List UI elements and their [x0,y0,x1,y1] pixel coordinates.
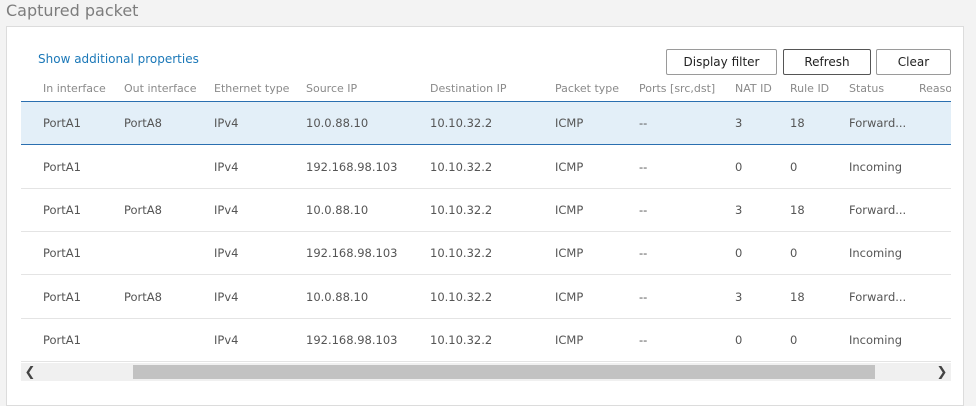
cell-ports: -- [639,290,648,304]
cell-reason [919,189,951,231]
page-title: Captured packet [6,1,139,20]
cell-destination-ip: 10.10.32.2 [430,116,493,130]
packet-table: In interface Out interface Ethernet type… [21,76,951,363]
cell-reason [919,232,951,274]
cell-ports: -- [639,116,648,130]
cell-status: Incoming [849,246,903,260]
cell-packet-type: ICMP [555,116,584,130]
cell-nat-id: 3 [735,116,743,130]
table-row[interactable]: PortA1 PortA8 IPv4 10.0.88.10 10.10.32.2… [21,276,951,319]
cell-ethernet-type: IPv4 [214,333,239,347]
cell-packet-type: ICMP [555,203,584,217]
cell-destination-ip: 10.10.32.2 [430,290,493,304]
cell-in-interface: PortA1 [43,116,81,130]
cell-nat-id: 0 [735,246,743,260]
chevron-right-icon[interactable]: ❯ [935,363,949,381]
cell-source-ip: 192.168.98.103 [306,246,398,260]
cell-source-ip: 192.168.98.103 [306,333,398,347]
table-row[interactable]: PortA1 PortA8 IPv4 10.0.88.10 10.10.32.2… [21,102,951,145]
column-header-status[interactable]: Status [849,76,911,101]
cell-source-ip: 10.0.88.10 [306,116,369,130]
cell-nat-id: 3 [735,290,743,304]
cell-ethernet-type: IPv4 [214,246,239,260]
cell-reason [919,319,951,361]
scrollbar-thumb[interactable] [133,365,875,379]
cell-in-interface: PortA1 [43,246,81,260]
clear-button[interactable]: Clear [876,49,951,75]
table-row[interactable]: PortA1 IPv4 192.168.98.103 10.10.32.2 IC… [21,319,951,362]
cell-ports: -- [639,246,648,260]
refresh-button[interactable]: Refresh [783,49,871,75]
cell-rule-id: 0 [790,246,798,260]
cell-ports: -- [639,160,648,174]
display-filter-button[interactable]: Display filter [666,49,777,75]
cell-nat-id: 0 [735,333,743,347]
column-header-ethernet-type[interactable]: Ethernet type [214,76,302,101]
cell-packet-type: ICMP [555,333,584,347]
cell-nat-id: 3 [735,203,743,217]
cell-ethernet-type: IPv4 [214,290,239,304]
column-header-out-interface[interactable]: Out interface [124,76,209,101]
column-header-reason[interactable]: Reason [919,76,951,101]
cell-destination-ip: 10.10.32.2 [430,246,493,260]
cell-destination-ip: 10.10.32.2 [430,203,493,217]
table-row[interactable]: PortA1 IPv4 192.168.98.103 10.10.32.2 IC… [21,232,951,275]
cell-ports: -- [639,333,648,347]
cell-rule-id: 18 [790,290,805,304]
cell-source-ip: 10.0.88.10 [306,203,369,217]
cell-destination-ip: 10.10.32.2 [430,160,493,174]
cell-out-interface: PortA8 [124,290,162,304]
cell-packet-type: ICMP [555,160,584,174]
cell-in-interface: PortA1 [43,333,81,347]
cell-status: Incoming [849,333,903,347]
cell-in-interface: PortA1 [43,290,81,304]
cell-packet-type: ICMP [555,290,584,304]
cell-reason [919,146,951,188]
cell-rule-id: 18 [790,116,805,130]
captured-packet-panel: Show additional properties Display filte… [6,26,964,406]
column-header-source-ip[interactable]: Source IP [306,76,426,101]
cell-rule-id: 0 [790,333,798,347]
cell-ethernet-type: IPv4 [214,160,239,174]
cell-out-interface [124,146,209,188]
cell-reason [919,102,951,144]
table-header: In interface Out interface Ethernet type… [21,76,951,102]
cell-source-ip: 10.0.88.10 [306,290,369,304]
cell-rule-id: 18 [790,203,805,217]
cell-ports: -- [639,203,648,217]
cell-in-interface: PortA1 [43,160,81,174]
cell-nat-id: 0 [735,160,743,174]
column-header-packet-type[interactable]: Packet type [555,76,635,101]
cell-destination-ip: 10.10.32.2 [430,333,493,347]
cell-status: Forward... [849,116,907,130]
cell-in-interface: PortA1 [43,203,81,217]
cell-out-interface [124,232,209,274]
cell-status: Forward... [849,203,907,217]
show-additional-properties-link[interactable]: Show additional properties [38,52,199,66]
cell-source-ip: 192.168.98.103 [306,160,398,174]
column-header-in-interface[interactable]: In interface [43,76,121,101]
column-header-destination-ip[interactable]: Destination IP [430,76,550,101]
column-header-rule-id[interactable]: Rule ID [790,76,845,101]
cell-status: Forward... [849,290,907,304]
table-row[interactable]: PortA1 PortA8 IPv4 10.0.88.10 10.10.32.2… [21,189,951,232]
cell-reason [919,276,951,318]
cell-ethernet-type: IPv4 [214,203,239,217]
cell-out-interface: PortA8 [124,116,162,130]
cell-status: Incoming [849,160,903,174]
column-header-nat-id[interactable]: NAT ID [735,76,785,101]
cell-out-interface: PortA8 [124,203,162,217]
cell-packet-type: ICMP [555,246,584,260]
cell-rule-id: 0 [790,160,798,174]
chevron-left-icon[interactable]: ❮ [23,363,37,381]
column-header-ports[interactable]: Ports [src,dst] [639,76,729,101]
table-row[interactable]: PortA1 IPv4 192.168.98.103 10.10.32.2 IC… [21,146,951,189]
cell-ethernet-type: IPv4 [214,116,239,130]
horizontal-scrollbar[interactable]: ❮ ❯ [21,363,951,381]
cell-out-interface [124,319,209,361]
